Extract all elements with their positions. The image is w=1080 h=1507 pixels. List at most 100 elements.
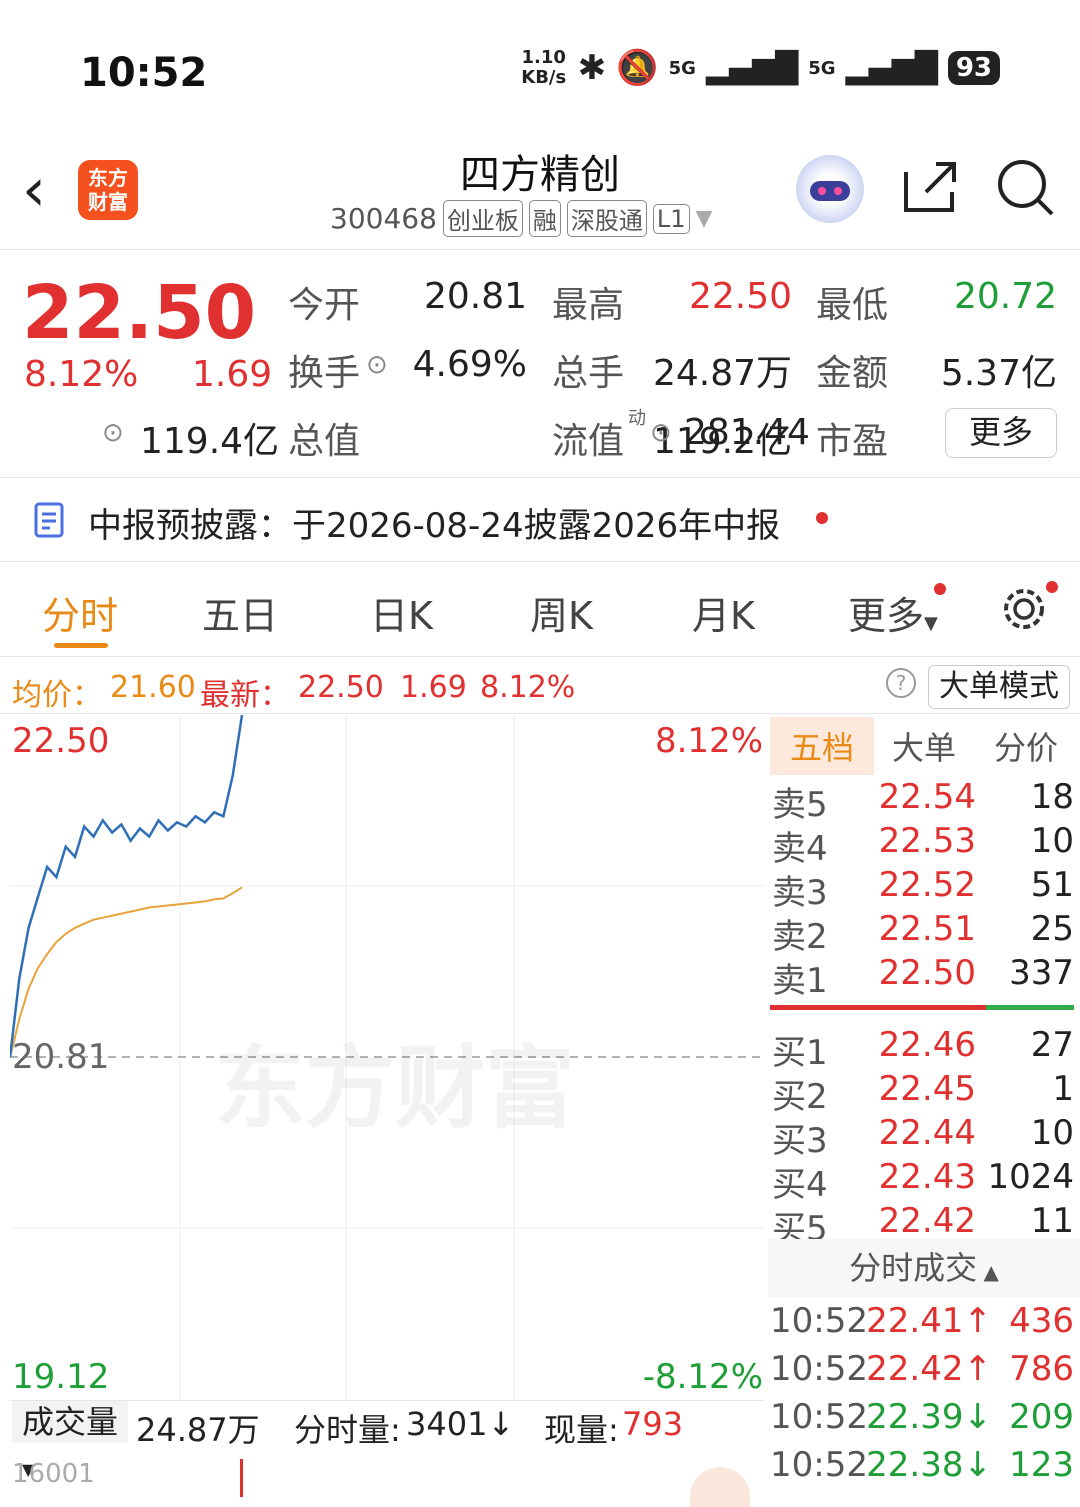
tab-daily-k[interactable]: 日K	[370, 585, 433, 640]
caret-down-icon: ▼	[924, 613, 938, 634]
price-pct: 8.12%	[24, 354, 139, 395]
tab-intraday[interactable]: 分时	[42, 585, 118, 640]
latest-pct: 8.12%	[480, 670, 576, 705]
tick-time: 10:52	[770, 1349, 868, 1389]
tab-price-split[interactable]: 分价	[994, 723, 1058, 769]
order-level-price: 22.50	[878, 953, 976, 993]
ticks-title-row[interactable]: 分时成交 ▲	[768, 1239, 1080, 1297]
help-icon[interactable]: ?	[886, 668, 916, 698]
period-tabs: 分时 五日 日K 周K 月K 更多▼	[0, 565, 1080, 657]
tick-volume: 123	[1009, 1445, 1074, 1485]
info-icon-pe[interactable]: ⊙	[650, 418, 672, 448]
quote-value: 20.81	[423, 276, 527, 317]
tab-big-orders[interactable]: 大单	[892, 723, 956, 769]
tab-five-levels[interactable]: 五档	[770, 717, 875, 775]
order-level-price: 22.44	[878, 1113, 976, 1153]
volume-selector[interactable]: 成交量▼	[12, 1401, 128, 1479]
now-volume-value: 793	[622, 1405, 684, 1443]
quote-label: 总值	[288, 421, 361, 462]
gear-icon[interactable]	[1000, 585, 1048, 637]
net-speed: 1.10 KB/s	[521, 47, 567, 88]
order-level-label: 买4	[772, 1165, 828, 1205]
volume-spike	[240, 1459, 243, 1497]
assistant-avatar[interactable]	[796, 155, 864, 223]
signal-bars-icon-2: ▂▄▆█	[845, 50, 938, 86]
share-icon[interactable]	[902, 158, 958, 225]
price-change: 1.69	[192, 354, 273, 395]
quote-value: 24.87万	[652, 353, 792, 394]
tab-monthly-k[interactable]: 月K	[692, 585, 755, 640]
tick-price: 22.41↑	[866, 1301, 992, 1341]
buy-sell-ratio-bar	[770, 1005, 1074, 1010]
tag-margin: 融	[528, 200, 561, 237]
order-level-label: 卖4	[772, 829, 828, 869]
order-level-price: 22.52	[878, 865, 976, 905]
signal-5g-icon: 5G	[668, 57, 696, 79]
quote-value: 22.50	[688, 276, 792, 317]
status-bar: 10:52 1.10 KB/s ✱ 🔕 5G ▂▄▆█ 5G ▂▄▆█ 93	[0, 0, 1080, 130]
order-level-price: 22.46	[878, 1025, 976, 1065]
tick-volume-label: 分时量:	[294, 1411, 401, 1449]
caret-up-icon: ▲	[977, 1260, 999, 1284]
stock-header: ‹ 东方 财富 四方精创 300468 创业板 融 深股通 L1 ▼	[0, 130, 1080, 250]
avg-value: 21.60	[110, 670, 196, 705]
order-level-price: 22.54	[878, 777, 976, 817]
notice-unread-dot	[816, 512, 828, 524]
tick-time: 10:52	[770, 1445, 868, 1485]
tick-time: 10:52	[770, 1301, 868, 1341]
tick-volume: 436	[1009, 1301, 1074, 1341]
pe-superscript: 动	[628, 408, 646, 429]
stock-code: 300468	[330, 202, 437, 235]
quote-panel: 22.50 8.12% 1.69 今开 20.81 最高 22.50 最低 20.72 换手…	[0, 250, 1080, 478]
more-button[interactable]: 更多	[945, 408, 1057, 458]
notice-text: 中报预披露：于2026-08-24披露2026年中报	[88, 506, 781, 546]
tick-price: 22.38↓	[866, 1445, 992, 1485]
tick-price: 22.42↑	[866, 1349, 992, 1389]
more-dot	[934, 583, 946, 595]
order-level-volume: 1	[1052, 1069, 1074, 1109]
volume-total: 24.87万	[136, 1411, 260, 1449]
tag-board: 创业板	[442, 200, 523, 237]
latest-value: 22.50	[298, 670, 384, 705]
order-level-volume: 51	[1030, 865, 1074, 905]
quote-label: 今开	[288, 285, 361, 326]
chevron-down-icon[interactable]: ▼	[696, 206, 713, 231]
pct-bottom-label: -8.12%	[642, 1357, 763, 1397]
avg-price-line	[9, 886, 243, 1058]
info-icon[interactable]: ⊙	[366, 350, 388, 380]
document-icon	[34, 502, 64, 538]
signal-bars-icon: ▂▄▆█	[705, 50, 799, 86]
order-book-panel: 五档 大单 分价 卖5 22.54 18 卖4 22.53 10 卖3 22.52 51 卖2 22…	[768, 715, 1080, 1496]
tag-level: L1	[652, 203, 690, 234]
tab-more[interactable]: 更多▼	[848, 585, 938, 640]
robot-icon	[810, 181, 850, 201]
avg-label: 均价：	[12, 678, 102, 713]
info-icon-total[interactable]: ⊙	[102, 418, 124, 448]
order-level-volume: 1024	[987, 1157, 1074, 1197]
order-level-volume: 27	[1030, 1025, 1074, 1065]
quote-label: 换手	[288, 353, 361, 394]
tick-time: 10:52	[770, 1397, 868, 1437]
big-order-mode-button[interactable]: 大单模式	[928, 665, 1070, 709]
search-icon[interactable]	[996, 158, 1056, 229]
order-level-price: 22.43	[878, 1157, 976, 1197]
tick-volume-value: 3401↓	[406, 1405, 515, 1443]
order-level-label: 卖5	[772, 785, 828, 825]
tab-weekly-k[interactable]: 周K	[530, 585, 593, 640]
current-price: 22.50	[22, 270, 257, 356]
quote-label: 最低	[816, 285, 889, 326]
tab-five-day[interactable]: 五日	[202, 585, 278, 640]
gear-dot	[1046, 581, 1058, 593]
order-level-price: 22.45	[878, 1069, 976, 1109]
battery-icon: 93	[947, 51, 1000, 85]
quote-label: 总手	[552, 353, 625, 394]
volume-bar: 成交量▼ 24.87万 分时量: 3401↓ 现量: 793 16001	[10, 1400, 765, 1507]
order-level-volume: 10	[1030, 1113, 1074, 1153]
now-volume-label: 现量:	[544, 1411, 619, 1449]
tab-underline	[54, 643, 108, 648]
stock-code-line: 300468 创业板 融 深股通 L1 ▼	[330, 200, 712, 237]
scroll-up-fab[interactable]	[690, 1467, 750, 1507]
notice-banner[interactable]: 中报预披露：于2026-08-24披露2026年中报	[0, 480, 1080, 562]
quote-label: 市盈	[816, 421, 889, 462]
intraday-chart[interactable]: 东方财富 22.50 20.81 19.12 8.12% -8.12%	[8, 714, 765, 1400]
